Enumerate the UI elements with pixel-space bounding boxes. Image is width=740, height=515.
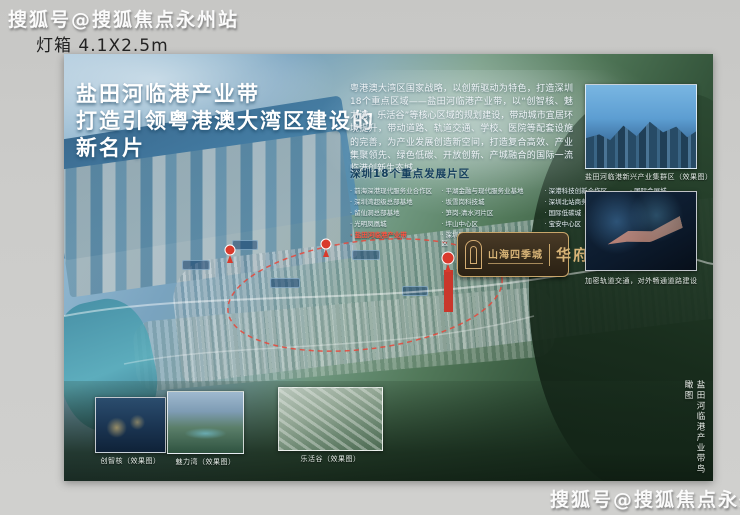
logo-divider: [549, 244, 550, 266]
inset-caption: 魅力湾（效果图）: [167, 457, 244, 467]
billboard-title: 盐田河临港产业带 打造引领粤港澳大湾区建设的 新名片: [76, 81, 375, 162]
aerial-view-caption: 盐田河临港产业带鸟瞰图: [682, 380, 706, 481]
district-item: 笋岗-清水河片区: [441, 209, 536, 217]
transit-corridor-art: [604, 214, 684, 252]
intro-paragraph: 粤港澳大湾区国家战略，以创新驱动为特色，打造深圳18个重点区域——盐田河临港产业…: [350, 83, 573, 177]
inset-transit-map-art: [585, 191, 697, 271]
district-item: 前海深港现代服务业合作区: [350, 187, 433, 195]
district-item: 坂雪岗科技城: [441, 198, 536, 206]
district-item: 深圳湾超级总部基地: [350, 198, 433, 206]
page: 搜狐号@搜狐焦点永州站 灯箱 4.1X2.5m: [0, 0, 740, 515]
highlight-tower-marker: [444, 270, 453, 312]
title-line-1: 盐田河临港产业带: [76, 81, 375, 108]
road-line: [124, 316, 534, 364]
inset-chuangzhihe-art: [95, 397, 166, 453]
watermark-bottom: 搜狐号@搜狐焦点永州站: [550, 485, 740, 512]
location-pin-icon: [321, 239, 331, 257]
watermark-top: 搜狐号@搜狐焦点永州站: [8, 5, 239, 32]
lightbox-size-label: 灯箱 4.1X2.5m: [36, 31, 169, 56]
district-item: 留仙洞总部基地: [350, 209, 433, 217]
district-item: 坪山中心区: [441, 220, 536, 228]
inset-caption: 创智核（效果图）: [95, 456, 166, 466]
title-line-3: 新名片: [76, 135, 375, 162]
tower-silhouette-art: [586, 120, 696, 168]
district-item: 平湖金融与现代服务业基地: [441, 187, 536, 195]
location-pin-icon: [225, 245, 235, 263]
project-name: 山海四季城: [488, 246, 543, 264]
tower-emblem-icon: [465, 240, 482, 269]
district-column: 前海深港现代服务业合作区深圳湾超级总部基地留仙洞总部基地光明凤凰城盐田河临港产业…: [350, 187, 433, 250]
inset-meiliwan-art: [167, 391, 244, 454]
inset-caption: 盐田河临港新兴产业集群区（效果图）: [585, 172, 697, 182]
inset-meiliwan: 魅力湾（效果图）: [167, 391, 244, 467]
title-line-2: 打造引领粤港澳大湾区建设的: [76, 108, 375, 135]
district-item: 盐田河临港产业带: [350, 231, 433, 239]
inset-industry-cluster-art: [585, 84, 697, 169]
inset-chuangzhihe: 创智核（效果图）: [95, 397, 166, 466]
billboard-image: 盐田河临港产业带 打造引领粤港澳大湾区建设的 新名片 粤港澳大湾区国家战略，以创…: [64, 54, 713, 481]
district-item: 光明凤凰城: [350, 220, 433, 228]
inset-lehuogu-art: [278, 387, 383, 451]
inset-caption: 加密轨道交通，对外畅通道路建设: [585, 276, 697, 286]
location-pin-icon: [442, 252, 454, 272]
inset-caption: 乐活谷（效果图）: [278, 454, 383, 464]
project-logo: 山海四季城 华府: [457, 232, 569, 277]
inset-industry-cluster: 盐田河临港新兴产业集群区（效果图）: [585, 84, 697, 182]
inset-transit-map: 加密轨道交通，对外畅通道路建设: [585, 191, 697, 286]
inset-lehuogu: 乐活谷（效果图）: [278, 387, 383, 464]
